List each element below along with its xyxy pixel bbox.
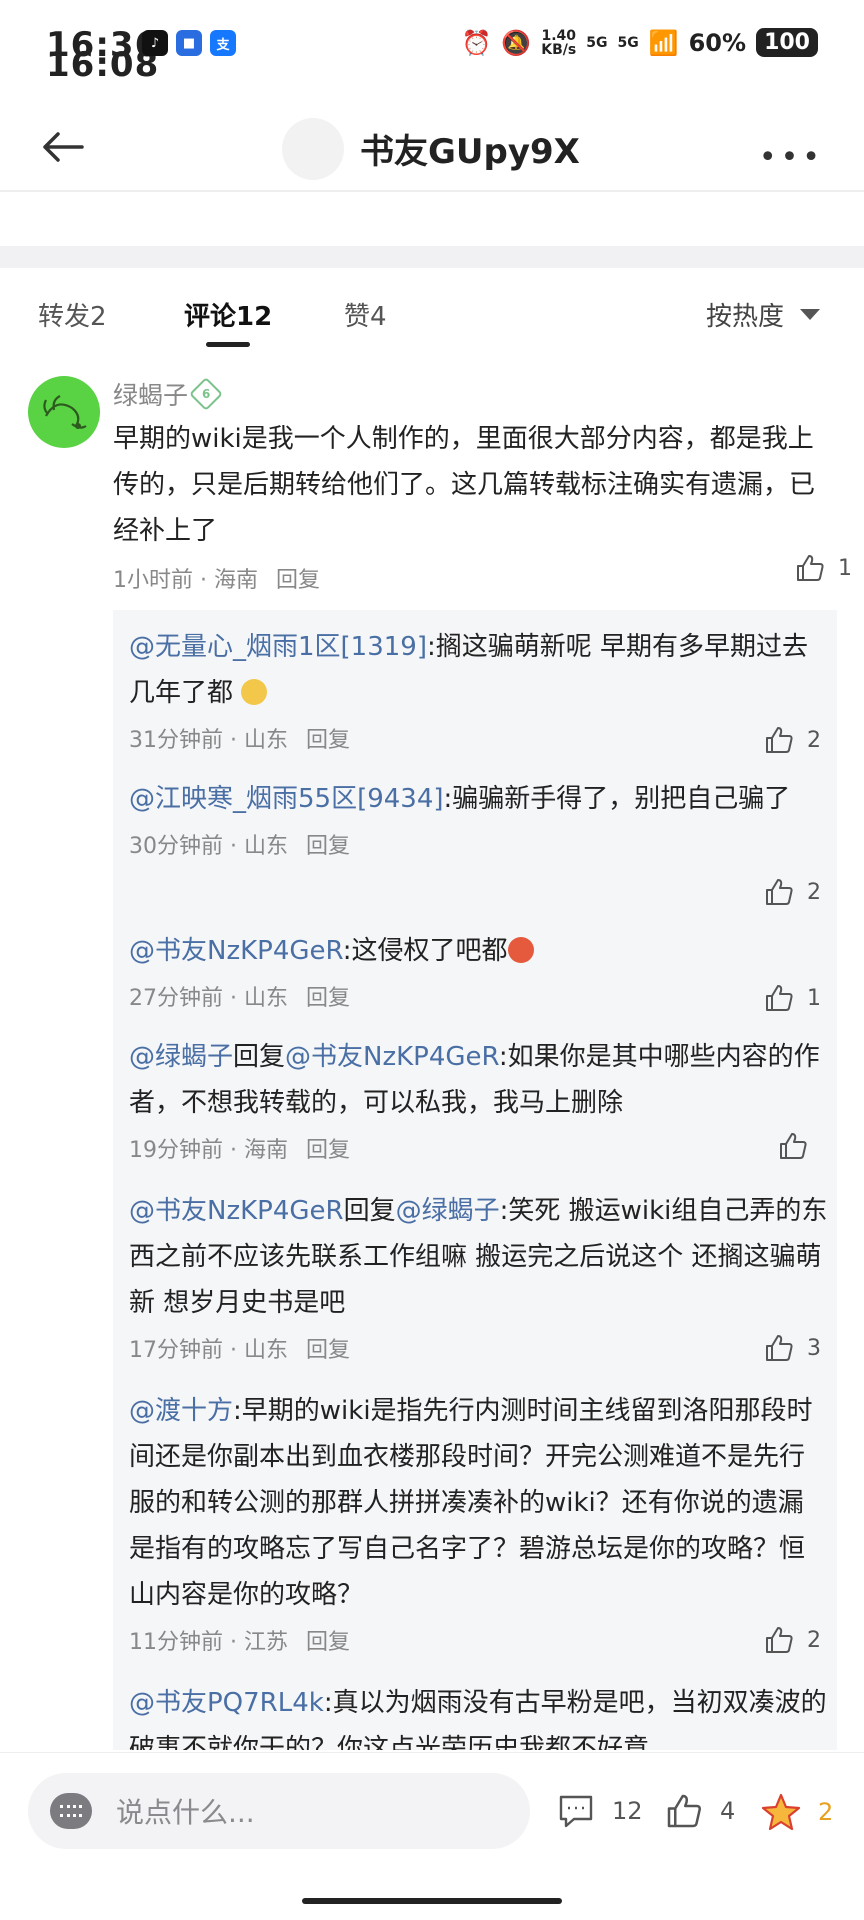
thumbs-up-icon	[766, 985, 793, 1011]
battery-percent: 60%	[688, 28, 747, 57]
battery-icon: 100	[756, 28, 818, 57]
section-divider	[0, 246, 864, 268]
reply-button[interactable]: 回复	[306, 1338, 350, 1363]
user-mention[interactable]: @书友PQ7RL4k	[129, 1688, 324, 1718]
thumbs-up-icon	[797, 555, 824, 581]
reply-button[interactable]: 回复	[306, 728, 350, 753]
reply-item: @渡十方:早期的wiki是指先行内测时间主线留到洛阳那段时间还是你副本出到血衣楼…	[129, 1388, 829, 1656]
tab-likes[interactable]: 赞4	[344, 296, 387, 333]
user-mention[interactable]: @书友NzKP4GeR	[129, 936, 343, 966]
user-mention[interactable]: @书友NzKP4GeR	[129, 1196, 344, 1226]
reply-meta: 11分钟前 · 江苏 回复	[129, 1630, 351, 1655]
reply-button[interactable]: 回复	[306, 986, 350, 1011]
reply-button[interactable]: 回复	[276, 568, 320, 593]
signal-icon: 5G	[586, 34, 608, 51]
status-indicators: ⏰ 🔕 1.40 KB/s 5G 5G 📶 60% 100	[461, 27, 818, 58]
reply-item: @绿蝎子回复@书友NzKP4GeR:如果你是其中哪些内容的作者，不想我转载的，可…	[129, 1034, 829, 1164]
reply-text: @书友NzKP4GeR:这侵权了吧都	[129, 928, 829, 974]
more-options-icon[interactable]: •••	[759, 140, 824, 175]
comment-author[interactable]: 绿蝎子 6	[113, 376, 223, 412]
reply-meta: 19分钟前 · 海南 回复	[129, 1138, 351, 1163]
reply-meta: 17分钟前 · 山东 回复	[129, 1338, 351, 1363]
tab-reposts[interactable]: 转发2	[38, 296, 107, 333]
notification-icons: ♪ ■ 支	[142, 30, 236, 56]
reply-meta: 27分钟前 · 山东 回复	[129, 986, 351, 1011]
mute-icon: 🔕	[501, 28, 532, 57]
user-mention[interactable]: @书友NzKP4GeR	[285, 1042, 499, 1072]
sort-dropdown[interactable]: 按热度	[706, 296, 820, 333]
like-button[interactable]: 2	[763, 724, 821, 756]
comments-button[interactable]: 12	[556, 1791, 643, 1831]
alarm-icon: ⏰	[461, 28, 492, 57]
thumbs-up-icon	[766, 727, 793, 753]
thumbs-up-icon	[780, 1133, 807, 1159]
app-icon: ■	[176, 30, 202, 56]
comment-icon	[559, 1795, 593, 1828]
like-button[interactable]: 4	[664, 1791, 735, 1831]
reply-button[interactable]: 回复	[306, 834, 350, 859]
home-indicator[interactable]	[302, 1898, 562, 1904]
back-arrow-icon[interactable]	[38, 122, 88, 172]
scorpion-icon	[43, 395, 87, 429]
reply-button[interactable]: 回复	[306, 1138, 350, 1163]
page-title: 书友GUpy9X	[360, 132, 580, 172]
emoji-icon	[241, 678, 268, 705]
comment-meta: 1小时前 · 海南 回复	[113, 568, 321, 593]
reply-text: @书友PQ7RL4k:真以为烟雨没有古早粉是吧，当初双凑波的破事不就你干的？你这…	[129, 1688, 827, 1750]
star-icon	[761, 1793, 801, 1831]
bottom-action-bar: 说点什么... 12 4 2	[0, 1752, 864, 1872]
comment-input-placeholder: 说点什么...	[116, 1796, 255, 1829]
alipay-icon: 支	[210, 30, 236, 56]
user-mention[interactable]: @渡十方	[129, 1396, 233, 1426]
reply-text: @渡十方:早期的wiki是指先行内测时间主线留到洛阳那段时间还是你副本出到血衣楼…	[129, 1396, 813, 1610]
thumbs-up-icon	[667, 1794, 701, 1828]
reply-text: @书友NzKP4GeR回复@绿蝎子:笑死 搬运wiki组自己弄的东西之前不应该先…	[129, 1196, 828, 1318]
reply-list: @无量心_烟雨1区[1319]:搁这骗萌新呢 早期有多早期过去几年了都 31分钟…	[113, 610, 837, 1750]
reply-text: @无量心_烟雨1区[1319]:搁这骗萌新呢 早期有多早期过去几年了都	[129, 632, 809, 708]
reply-text: @绿蝎子回复@书友NzKP4GeR:如果你是其中哪些内容的作者，不想我转载的，可…	[129, 1042, 820, 1118]
reply-meta: 31分钟前 · 山东 回复	[129, 728, 351, 753]
wifi-icon: 📶	[648, 28, 679, 57]
net-speed: 1.40 KB/s	[541, 27, 577, 58]
tab-bar: 转发2 评论12 赞4 按热度	[0, 280, 864, 352]
reply-item: @书友NzKP4GeR:这侵权了吧都 27分钟前 · 山东 回复 1	[129, 928, 829, 1012]
like-button[interactable]: 2	[763, 876, 821, 908]
avatar[interactable]	[282, 118, 344, 180]
status-bar: 16:36 16:08 ♪ ■ 支 ⏰ 🔕 1.40 KB/s 5G 5G 📶 …	[0, 0, 864, 90]
reply-item: @书友PQ7RL4k:真以为烟雨没有古早粉是吧，当初双凑波的破事不就你干的？你这…	[129, 1680, 829, 1750]
keyboard-icon[interactable]	[50, 1793, 92, 1829]
tab-comments[interactable]: 评论12	[184, 296, 272, 333]
tiktok-icon: ♪	[142, 30, 168, 56]
thumbs-up-icon	[766, 1335, 793, 1361]
comment-text: 早期的wiki是我一个人制作的，里面很大部分内容，都是我上传的，只是后期转给他们…	[113, 424, 816, 546]
user-mention[interactable]: @绿蝎子	[396, 1196, 500, 1226]
signal-icon-2: 5G	[617, 34, 639, 51]
reply-item: @无量心_烟雨1区[1319]:搁这骗萌新呢 早期有多早期过去几年了都 31分钟…	[129, 624, 829, 754]
like-button[interactable]: 1	[763, 982, 821, 1014]
chevron-down-icon	[800, 309, 820, 320]
like-button[interactable]: 2	[763, 1624, 821, 1656]
divider	[0, 190, 864, 192]
user-mention[interactable]: @江映寒_烟雨55区[9434]	[129, 784, 444, 814]
emoji-icon	[507, 936, 534, 963]
user-mention[interactable]: @无量心_烟雨1区[1319]	[129, 632, 427, 662]
comment-input[interactable]: 说点什么...	[28, 1773, 530, 1849]
thumbs-up-icon	[766, 879, 793, 905]
like-button[interactable]: 1	[794, 552, 852, 584]
thumbs-up-icon	[766, 1627, 793, 1653]
like-button[interactable]	[777, 1130, 821, 1162]
reply-text: @江映寒_烟雨55区[9434]:骗骗新手得了，别把自己骗了	[129, 784, 791, 814]
reply-button[interactable]: 回复	[306, 1630, 350, 1655]
level-badge: 6	[189, 377, 223, 411]
reply-meta: 30分钟前 · 山东 回复	[129, 834, 351, 859]
active-tab-indicator	[206, 342, 250, 347]
favorite-button[interactable]: 2	[760, 1791, 833, 1833]
reply-item: @书友NzKP4GeR回复@绿蝎子:笑死 搬运wiki组自己弄的东西之前不应该先…	[129, 1188, 829, 1364]
reply-item: @江映寒_烟雨55区[9434]:骗骗新手得了，别把自己骗了 30分钟前 · 山…	[129, 776, 829, 905]
user-mention[interactable]: @绿蝎子	[129, 1042, 233, 1072]
avatar[interactable]	[28, 376, 100, 448]
like-button[interactable]: 3	[763, 1332, 821, 1364]
